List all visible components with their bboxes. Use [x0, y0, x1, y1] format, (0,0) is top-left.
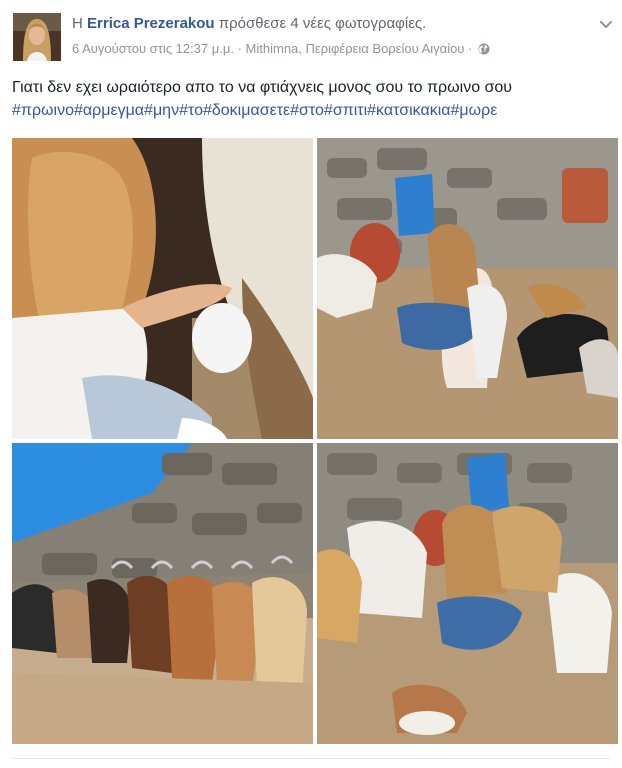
chevron-down-icon[interactable]: [598, 16, 614, 32]
post-header: Η Errica Prezerakou πρόσθεσε 4 νέες φωτο…: [72, 14, 582, 34]
avatar[interactable]: [13, 13, 61, 61]
meta-separator: ·: [237, 41, 242, 56]
globe-icon[interactable]: [478, 42, 490, 60]
header-prefix: Η: [72, 15, 83, 32]
post-body: Γιατι δεν εχει ωραιότερο απο το να φτιάχ…: [12, 76, 610, 122]
photo-milking-closeup[interactable]: [12, 138, 313, 439]
post-divider: [12, 758, 610, 759]
meta-separator-2: ·: [468, 41, 473, 56]
post-meta: 6 Αυγούστου στις 12:37 μ.μ. · Mithimna, …: [72, 40, 582, 60]
photo-goats-kid[interactable]: [317, 443, 618, 744]
header-action: πρόσθεσε 4 νέες φωτογραφίες.: [218, 15, 427, 32]
photo-goats-row[interactable]: [12, 443, 313, 744]
photo-goats-wall[interactable]: [317, 138, 618, 439]
location-link[interactable]: Mithimna, Περιφέρεια Βορείου Αιγαίου: [246, 41, 465, 56]
facebook-post: Η Errica Prezerakou πρόσθεσε 4 νέες φωτο…: [0, 0, 622, 768]
photo-grid: [12, 138, 618, 744]
post-hashtags[interactable]: #πρωινο#αρμεγμα#μην#το#δοκιμασετε#στο#σπ…: [12, 99, 610, 122]
post-text: Γιατι δεν εχει ωραιότερο απο το να φτιάχ…: [12, 79, 513, 96]
author-link[interactable]: Errica Prezerakou: [87, 15, 215, 32]
post-timestamp[interactable]: 6 Αυγούστου στις 12:37 μ.μ.: [72, 41, 234, 56]
